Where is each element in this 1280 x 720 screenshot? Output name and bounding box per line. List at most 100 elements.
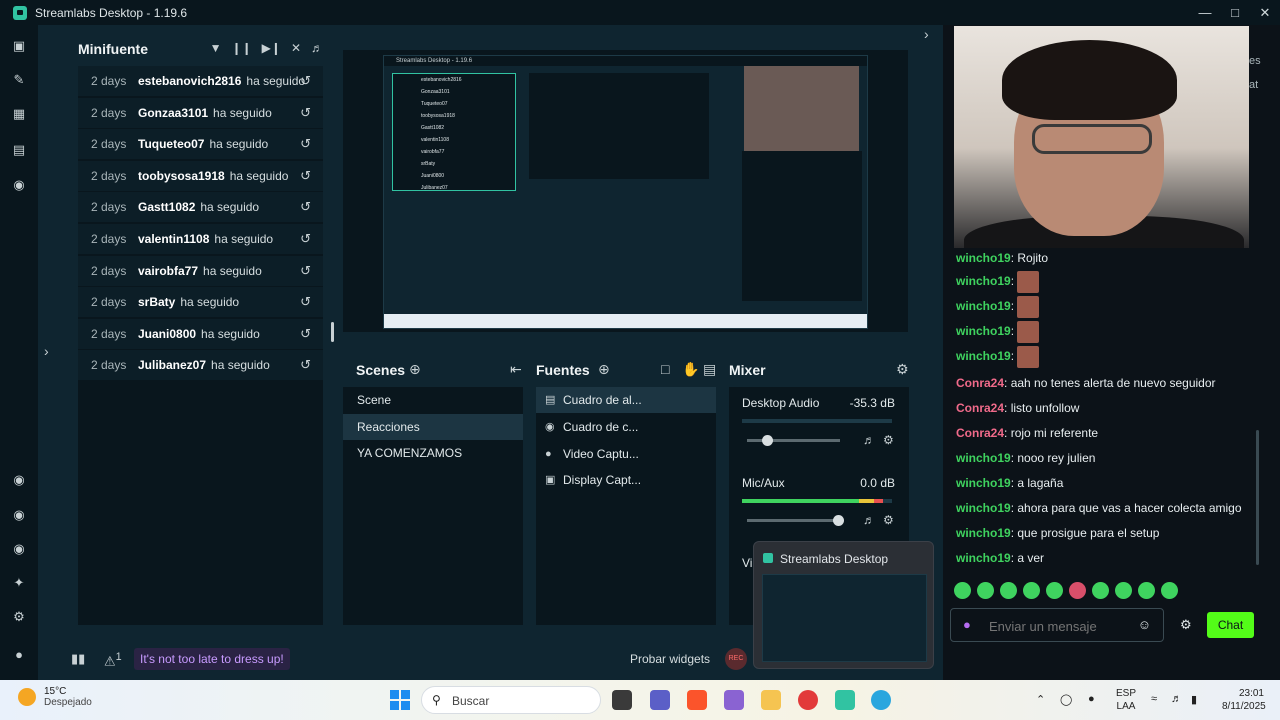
scene-item[interactable]: Scene xyxy=(343,387,523,413)
microphone-icon[interactable]: ● xyxy=(963,617,971,632)
mic-aux-mute-icon[interactable]: ♬ xyxy=(863,513,875,527)
panel-resize-handle[interactable] xyxy=(331,322,334,342)
event-row[interactable]: 2 days Tuqueteo07 ha seguido ↺ xyxy=(78,129,323,160)
profile-icon[interactable]: ● xyxy=(11,646,27,662)
chat-nickname[interactable]: wincho19 xyxy=(956,501,1011,515)
source-item[interactable]: ● Video Captu... xyxy=(536,441,716,467)
source-hand-icon[interactable]: ✋ xyxy=(682,361,699,378)
replay-alert-icon[interactable]: ↺ xyxy=(300,136,311,152)
collapse-right-chevron-icon[interactable]: › xyxy=(924,26,929,42)
replay-alert-icon[interactable]: ↺ xyxy=(300,105,311,121)
add-folder-icon[interactable]: ▤ xyxy=(703,361,716,378)
ai-icon[interactable]: ✦ xyxy=(11,575,27,591)
event-row[interactable]: 2 days Gastt1082 ha seguido ↺ xyxy=(78,192,323,223)
collapse-left-chevron-icon[interactable]: › xyxy=(44,343,49,359)
desktop-audio-settings-icon[interactable]: ⚙ xyxy=(883,433,894,447)
replay-alert-icon[interactable]: ↺ xyxy=(300,263,311,279)
chat-settings-gear-icon[interactable]: ⚙ xyxy=(1180,617,1192,633)
chat-nickname[interactable]: Conra24 xyxy=(956,426,1004,440)
emote-icon[interactable] xyxy=(1138,582,1155,599)
performance-stats-icon[interactable]: ▮▮ xyxy=(71,651,85,667)
chat-message-input[interactable] xyxy=(989,616,1139,636)
battery-icon[interactable]: ▮ xyxy=(1191,693,1197,706)
streamlabs-taskbar-icon[interactable] xyxy=(835,690,855,710)
chat-nickname[interactable]: wincho19 xyxy=(956,251,1011,265)
event-row[interactable]: 2 days estebanovich2816 ha seguido ↺ xyxy=(78,66,323,96)
pause-icon[interactable]: ❙❙ xyxy=(232,41,252,55)
event-row[interactable]: 2 days valentin1108 ha seguido ↺ xyxy=(78,224,323,254)
chat-send-button[interactable]: Chat xyxy=(1207,612,1254,638)
emote-icon[interactable] xyxy=(1069,582,1086,599)
brave-icon[interactable] xyxy=(687,690,707,710)
scene-item[interactable]: Reacciones xyxy=(343,413,523,440)
taskbar-clock[interactable]: 23:01 8/11/2025 xyxy=(1222,687,1266,713)
emoji-icon[interactable]: ☺ xyxy=(1138,617,1151,632)
event-row[interactable]: 2 days srBaty ha seguido ↺ xyxy=(78,287,323,318)
close-button[interactable]: ✕ xyxy=(1250,0,1280,25)
themes-icon[interactable]: ✎ xyxy=(11,72,27,88)
highlighter-icon[interactable]: ◉ xyxy=(11,507,27,523)
copilot-icon[interactable] xyxy=(724,690,744,710)
event-row[interactable]: 2 days Juani0800 ha seguido ↺ xyxy=(78,318,323,349)
taskbar-search[interactable]: ⚲ Buscar xyxy=(421,686,601,714)
taskbar-thumbnail-preview[interactable]: Streamlabs Desktop xyxy=(753,541,934,669)
speaker-icon[interactable]: ♬ xyxy=(1171,693,1182,705)
replay-alert-icon[interactable]: ↺ xyxy=(300,168,311,184)
canva-icon[interactable] xyxy=(871,690,891,710)
source-item[interactable]: ▤ Cuadro de al... xyxy=(536,387,716,413)
mic-aux-slider-knob[interactable] xyxy=(833,515,845,526)
chat-nickname[interactable]: wincho19 xyxy=(956,551,1011,565)
event-row[interactable]: 2 days toobysosa1918 ha seguido ↺ xyxy=(78,160,323,191)
chat-nickname[interactable]: wincho19 xyxy=(956,299,1011,313)
maximize-button[interactable]: □ xyxy=(1220,0,1250,25)
chat-input-box[interactable]: ● ☺ xyxy=(950,608,1164,642)
emote-icon[interactable] xyxy=(1092,582,1109,599)
layout-icon[interactable]: ▤ xyxy=(11,142,27,158)
replay-alert-icon[interactable]: ↺ xyxy=(300,231,311,247)
scene-item[interactable]: YA COMENZAMOS xyxy=(343,440,523,466)
chat-scrollbar[interactable] xyxy=(1256,430,1259,565)
studio-mode-icon[interactable]: ◉ xyxy=(11,177,27,193)
add-source-icon[interactable]: ⊕ xyxy=(598,361,610,378)
language-indicator[interactable]: ESP LAA xyxy=(1116,687,1136,713)
skip-icon[interactable]: ▶❙ xyxy=(262,41,281,55)
replay-alert-icon[interactable]: ↺ xyxy=(300,294,311,310)
file-explorer-icon[interactable] xyxy=(761,690,781,710)
mic-aux-settings-icon[interactable]: ⚙ xyxy=(883,513,894,527)
settings-gear-icon[interactable]: ⚙ xyxy=(11,609,27,625)
weather-widget[interactable]: 15°C Despejado xyxy=(18,686,92,708)
event-row[interactable]: 2 days vairobfa77 ha seguido ↺ xyxy=(78,255,323,286)
apps-icon[interactable]: ◉ xyxy=(11,472,27,488)
promo-banner[interactable]: It's not too late to dress up! xyxy=(134,648,290,670)
mic-aux-slider[interactable] xyxy=(747,519,840,522)
start-button[interactable] xyxy=(390,690,410,710)
desktop-audio-slider-knob[interactable] xyxy=(762,435,774,446)
chat-nickname[interactable]: wincho19 xyxy=(956,451,1011,465)
minimize-button[interactable]: — xyxy=(1190,0,1220,25)
emote-icon[interactable] xyxy=(1115,582,1132,599)
editor-icon[interactable]: ▣ xyxy=(11,38,27,54)
dashboard-icon[interactable]: ◉ xyxy=(11,541,27,557)
add-scene-icon[interactable]: ⊕ xyxy=(409,361,421,378)
alerts-icon[interactable]: ⚠1 xyxy=(104,651,122,669)
emote-icon[interactable] xyxy=(1161,582,1178,599)
source-copy-icon[interactable]: □ xyxy=(661,361,669,377)
event-row[interactable]: 2 days Julibanez07 ha seguido ↺ xyxy=(78,350,323,381)
emote-icon[interactable] xyxy=(954,582,971,599)
replay-alert-icon[interactable]: ↺ xyxy=(300,73,311,89)
chat-nickname[interactable]: Conra24 xyxy=(956,376,1004,390)
task-view-icon[interactable] xyxy=(612,690,632,710)
chat-nickname[interactable]: wincho19 xyxy=(956,349,1011,363)
wifi-icon[interactable]: ≈ xyxy=(1151,693,1157,705)
test-widgets-button[interactable]: Probar widgets xyxy=(630,652,710,666)
mixer-settings-gear-icon[interactable]: ⚙ xyxy=(896,361,909,378)
filter-icon[interactable]: ▼ xyxy=(210,41,222,55)
chat-nickname[interactable]: wincho19 xyxy=(956,476,1011,490)
replay-alert-icon[interactable]: ↺ xyxy=(300,326,311,342)
scene-transition-icon[interactable]: ⇤ xyxy=(510,361,522,378)
source-item[interactable]: ◉ Cuadro de c... xyxy=(536,414,716,440)
emote-icon[interactable] xyxy=(1046,582,1063,599)
chat-nickname[interactable]: wincho19 xyxy=(956,526,1011,540)
emote-icon[interactable] xyxy=(977,582,994,599)
replay-alert-icon[interactable]: ↺ xyxy=(300,199,311,215)
